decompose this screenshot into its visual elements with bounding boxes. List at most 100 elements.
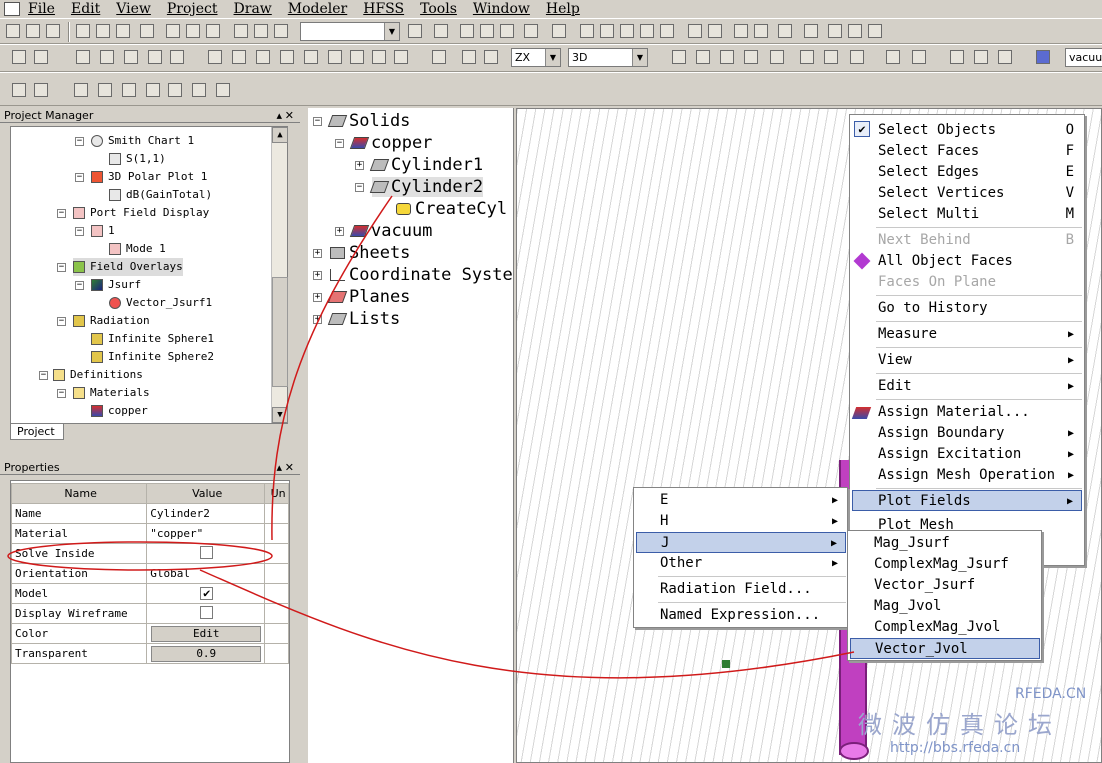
menu-tools[interactable]: Tools (420, 1, 457, 17)
zoom-in-icon[interactable] (688, 24, 702, 38)
material-combo[interactable]: vacuum (1065, 48, 1102, 67)
menu-draw[interactable]: Draw (234, 1, 272, 17)
sweep-icon[interactable] (886, 50, 900, 64)
tree-item-jsurf[interactable]: Jsurf (91, 276, 141, 294)
tree-item-definitions[interactable]: Definitions (53, 366, 143, 384)
torus-icon[interactable] (328, 50, 342, 64)
plane-icon[interactable] (484, 50, 498, 64)
face-cs-icon[interactable] (432, 50, 446, 64)
menu-file[interactable]: File (28, 1, 55, 17)
menu-field-j[interactable]: J ▶ (636, 532, 846, 553)
spiral-icon[interactable] (372, 50, 386, 64)
collapse-icon[interactable]: − (57, 209, 66, 218)
close-icon[interactable]: ✕ (285, 108, 294, 123)
expand-icon[interactable]: + (335, 227, 344, 236)
undo-icon[interactable] (186, 24, 200, 38)
pin-icon[interactable]: ▴ (276, 460, 282, 475)
pan-icon[interactable] (580, 24, 594, 38)
help-icon[interactable] (12, 50, 26, 64)
unite-icon[interactable] (672, 50, 686, 64)
report-icon[interactable] (524, 24, 538, 38)
optimetrics-icon[interactable] (216, 83, 230, 97)
grid-icon[interactable] (408, 24, 422, 38)
view-icon[interactable] (804, 24, 818, 38)
collapse-icon[interactable]: − (335, 139, 344, 148)
transparent-value[interactable]: 0.9 (151, 645, 262, 662)
circle-icon[interactable] (100, 50, 114, 64)
tree-lists[interactable]: Lists (327, 309, 400, 329)
color-edit-button[interactable]: Edit (151, 625, 262, 642)
collapse-icon[interactable]: − (75, 227, 84, 236)
expand-icon[interactable]: + (313, 315, 322, 324)
save-icon[interactable] (46, 24, 60, 38)
select-icon[interactable] (234, 24, 248, 38)
bondwire-icon[interactable] (394, 50, 408, 64)
menu-select-faces[interactable]: Select Faces F (878, 141, 1082, 162)
collapse-icon[interactable]: − (57, 389, 66, 398)
collapse-icon[interactable]: − (57, 317, 66, 326)
hide-icon[interactable] (828, 24, 842, 38)
spin-icon[interactable] (660, 24, 674, 38)
tree-copper[interactable]: copper (349, 133, 432, 153)
menu-hfss[interactable]: HFSS (363, 1, 404, 17)
mirror-icon[interactable] (850, 50, 864, 64)
menu-vector-jsurf[interactable]: Vector_Jsurf (874, 575, 1040, 596)
tree-item-smith-chart[interactable]: Smith Chart 1 (91, 132, 194, 150)
new-icon[interactable] (6, 24, 20, 38)
menu-select-multi[interactable]: Select Multi M (878, 204, 1082, 225)
split-icon[interactable] (770, 50, 784, 64)
menu-view[interactable]: View (116, 1, 151, 17)
tree-createcyl[interactable]: CreateCyl (396, 199, 507, 219)
zoom-out-icon[interactable] (708, 24, 722, 38)
selection-combo[interactable]: ▼ (300, 22, 400, 41)
tree-item-polar-plot[interactable]: 3D Polar Plot 1 (91, 168, 207, 186)
sphere-icon[interactable] (304, 50, 318, 64)
prop-value[interactable]: Cylinder2 (146, 503, 266, 524)
app-icon[interactable] (4, 2, 20, 16)
orbit-icon[interactable] (640, 24, 654, 38)
cone-icon[interactable] (280, 50, 294, 64)
menu-select-vertices[interactable]: Select Vertices V (878, 183, 1082, 204)
sweep-setup-icon[interactable] (192, 83, 206, 97)
delete-icon[interactable] (166, 24, 180, 38)
copy-icon[interactable] (96, 24, 110, 38)
collapse-icon[interactable]: − (313, 117, 322, 126)
tree-sheets[interactable]: Sheets (330, 243, 410, 263)
intersect-icon[interactable] (720, 50, 734, 64)
thicken-icon[interactable] (912, 50, 926, 64)
tree-item-materials[interactable]: Materials (73, 384, 150, 402)
menu-field-e[interactable]: E ▶ (660, 490, 846, 511)
assign-port-icon[interactable] (74, 83, 88, 97)
prop-value[interactable]: "copper" (146, 523, 266, 544)
show-all-icon[interactable] (868, 24, 882, 38)
collapse-icon[interactable]: − (39, 371, 48, 380)
regular-polyhedron-icon[interactable] (256, 50, 270, 64)
tree-item-copper[interactable]: copper (91, 402, 148, 420)
menu-complexmag-jsurf[interactable]: ComplexMag_Jsurf (874, 554, 1040, 575)
rotate-object-icon[interactable] (824, 50, 838, 64)
imprint-icon[interactable] (744, 50, 758, 64)
hfss-icon[interactable] (12, 83, 26, 97)
tree-cylinder1[interactable]: Cylinder1 (369, 155, 483, 175)
expand-icon[interactable]: + (313, 271, 322, 280)
menu-vector-jvol[interactable]: Vector_Jvol (850, 638, 1040, 659)
fit-selection-icon[interactable] (778, 24, 792, 38)
tree-item-port-field[interactable]: Port Field Display (73, 204, 209, 222)
rectangle-icon[interactable] (76, 50, 90, 64)
menu-field-h[interactable]: H ▶ (660, 511, 846, 532)
tree-item-radiation[interactable]: Radiation (73, 312, 150, 330)
project-scrollbar[interactable]: ▲ ▼ (271, 127, 288, 423)
material-icon[interactable] (1036, 50, 1050, 64)
tab-project[interactable]: Project (10, 424, 64, 440)
expand-icon[interactable]: + (313, 249, 322, 258)
menu-all-object-faces[interactable]: All Object Faces (878, 251, 1082, 272)
assign-boundary-icon[interactable] (98, 83, 112, 97)
move-object-icon[interactable] (800, 50, 814, 64)
pin-icon[interactable]: ▴ (276, 108, 282, 123)
cursor-icon[interactable] (274, 24, 288, 38)
collapse-icon[interactable]: − (75, 281, 84, 290)
menu-project[interactable]: Project (167, 1, 218, 17)
tree-item-vector-jsurf[interactable]: Vector_Jsurf1 (109, 294, 212, 312)
region-icon[interactable] (170, 50, 184, 64)
menu-radiation-field[interactable]: Radiation Field... (660, 579, 846, 600)
